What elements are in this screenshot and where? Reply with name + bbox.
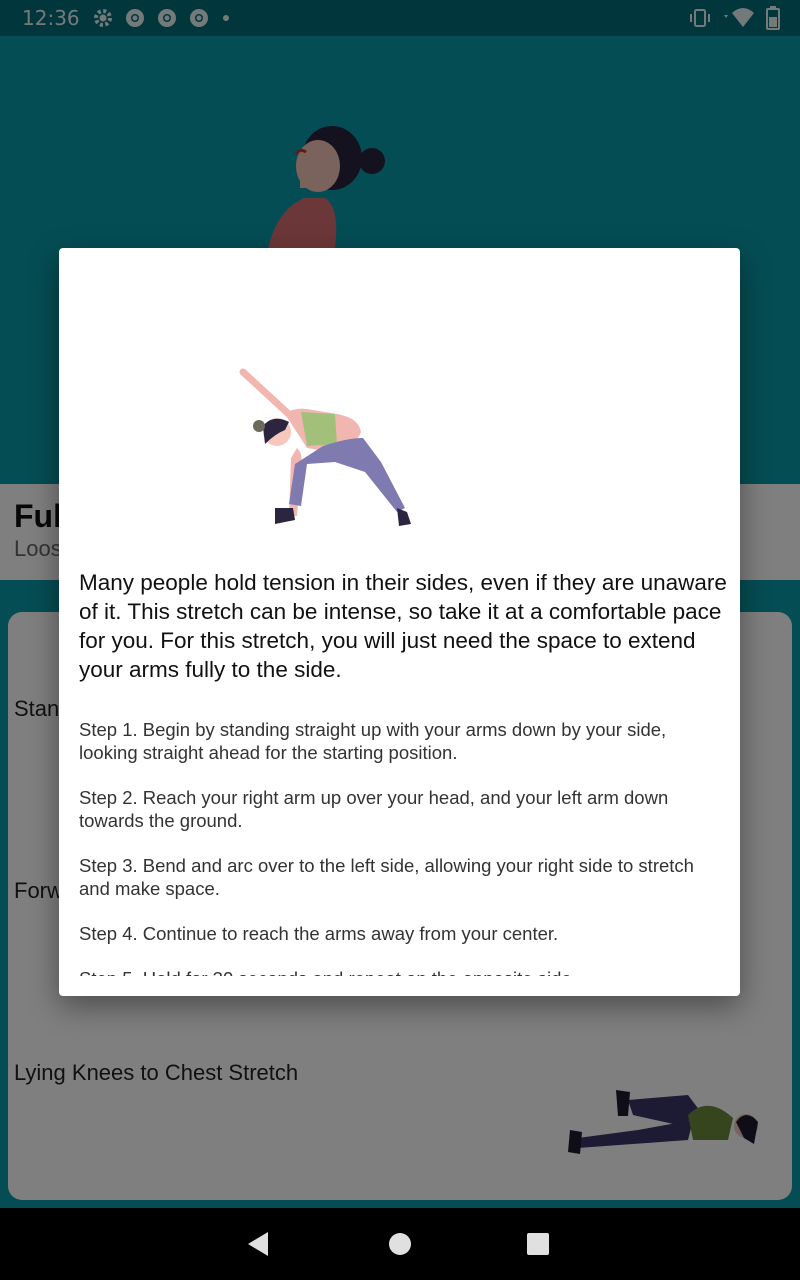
step-1: Step 1. Begin by standing straight up wi…: [79, 719, 667, 763]
exercise-description: Many people hold tension in their sides,…: [79, 570, 727, 682]
step-4: Step 4. Continue to reach the arms away …: [79, 923, 559, 944]
navigation-bar: [0, 1208, 800, 1280]
exercise-detail-dialog: Many people hold tension in their sides,…: [59, 248, 740, 996]
step-2: Step 2. Reach your right arm up over you…: [79, 787, 669, 831]
step-3: Step 3. Bend and arc over to the left si…: [79, 855, 694, 899]
back-icon[interactable]: [244, 1230, 272, 1258]
triangle-stretch-illustration: [239, 368, 411, 526]
step-5: Step 5. Hold for 30 seconds and repeat o…: [79, 967, 729, 976]
exercise-steps[interactable]: Step 1. Begin by standing straight up wi…: [79, 718, 729, 976]
home-icon[interactable]: [386, 1230, 414, 1258]
recents-icon[interactable]: [524, 1230, 552, 1258]
